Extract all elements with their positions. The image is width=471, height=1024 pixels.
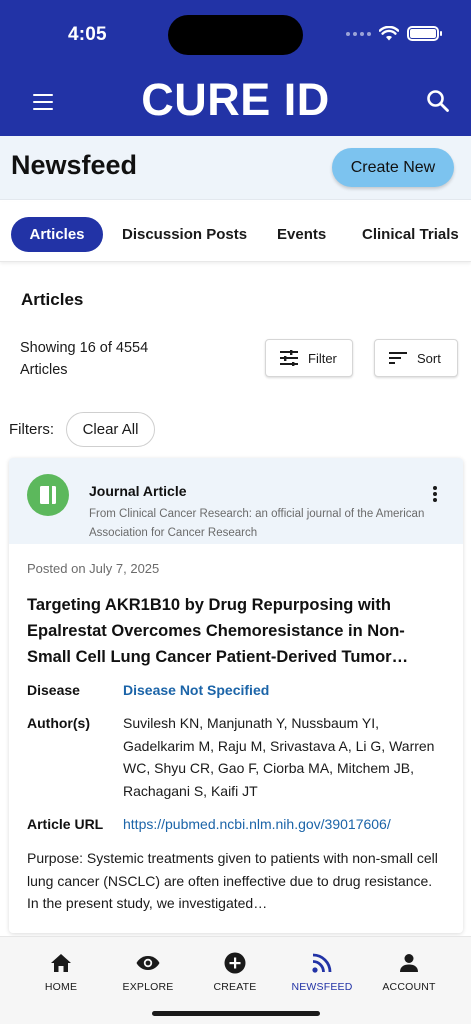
plus-circle-icon bbox=[223, 951, 247, 975]
article-card-header: Journal Article From Clinical Cancer Res… bbox=[9, 458, 463, 544]
filter-sliders-icon bbox=[280, 350, 298, 366]
person-icon bbox=[397, 951, 421, 975]
home-icon bbox=[49, 951, 73, 975]
clear-all-button[interactable]: Clear All bbox=[66, 412, 155, 447]
article-type: Journal Article bbox=[89, 483, 187, 499]
status-time: 4:05 bbox=[68, 24, 107, 45]
filters-label: Filters: bbox=[9, 421, 54, 438]
dynamic-island bbox=[168, 15, 303, 55]
sort-icon bbox=[389, 352, 407, 364]
authors-label: Author(s) bbox=[27, 715, 90, 731]
nav-explore[interactable]: EXPLORE bbox=[108, 951, 188, 993]
disease-label: Disease bbox=[27, 682, 80, 698]
journal-book-icon bbox=[27, 474, 69, 516]
nav-create[interactable]: CREATE bbox=[195, 951, 275, 993]
more-options-icon[interactable] bbox=[429, 484, 441, 504]
article-source: From Clinical Cancer Research: an offici… bbox=[89, 508, 425, 539]
section-title: Articles bbox=[21, 290, 84, 309]
article-url-link[interactable]: https://pubmed.ncbi.nlm.nih.gov/39017606… bbox=[123, 816, 391, 832]
authors-value: Suvilesh KN, Manjunath Y, Nussbaum YI, G… bbox=[123, 715, 435, 799]
nav-home-label: HOME bbox=[44, 981, 78, 993]
tab-clinical-trials[interactable]: Clinical Trials bbox=[362, 217, 459, 252]
nav-newsfeed-label: NEWSFEED bbox=[291, 981, 353, 993]
disease-link[interactable]: Disease Not Specified bbox=[123, 682, 269, 698]
article-url-value: https://pubmed.ncbi.nlm.nih.gov/39017606… bbox=[123, 813, 453, 836]
nav-home[interactable]: HOME bbox=[21, 951, 101, 993]
posted-date: Posted on July 7, 2025 bbox=[27, 561, 160, 576]
nav-newsfeed[interactable]: NEWSFEED bbox=[282, 951, 362, 993]
create-new-button[interactable]: Create New bbox=[332, 148, 454, 187]
article-summary: Purpose: Systemic treatments given to pa… bbox=[27, 850, 438, 911]
filter-button-label: Filter bbox=[308, 350, 337, 366]
eye-icon bbox=[136, 951, 160, 975]
rss-icon bbox=[310, 951, 334, 975]
title-bar: Newsfeed Create New bbox=[0, 136, 471, 200]
disease-value: Disease Not Specified bbox=[123, 679, 453, 702]
battery-icon bbox=[407, 26, 442, 41]
filter-button[interactable]: Filter bbox=[265, 339, 353, 377]
newsfeed-tabs: Articles Discussion Posts Events Clinica… bbox=[0, 202, 471, 262]
tab-events[interactable]: Events bbox=[277, 217, 326, 252]
article-card[interactable]: Journal Article From Clinical Cancer Res… bbox=[9, 458, 463, 933]
app-header: 4:05 CURE ID bbox=[0, 0, 471, 136]
nav-account[interactable]: ACCOUNT bbox=[369, 951, 449, 993]
tab-articles[interactable]: Articles bbox=[11, 217, 103, 252]
sort-button[interactable]: Sort bbox=[374, 339, 458, 377]
results-count: Showing 16 of 4554 Articles bbox=[20, 340, 149, 378]
brand-logo: CURE ID bbox=[141, 74, 330, 125]
home-indicator bbox=[152, 1011, 320, 1016]
status-icons bbox=[346, 26, 442, 41]
sort-button-label: Sort bbox=[417, 350, 441, 366]
wifi-icon bbox=[379, 26, 399, 41]
nav-create-label: CREATE bbox=[213, 981, 257, 993]
article-url-label: Article URL bbox=[27, 816, 104, 832]
page-title: Newsfeed bbox=[11, 150, 138, 180]
tab-discussion-posts[interactable]: Discussion Posts bbox=[122, 217, 247, 252]
nav-explore-label: EXPLORE bbox=[122, 981, 174, 993]
app-screen: 4:05 CURE ID Newsfeed Create New Article… bbox=[0, 0, 471, 1024]
article-title[interactable]: Targeting AKR1B10 by Drug Repurposing wi… bbox=[27, 592, 447, 670]
search-icon[interactable] bbox=[425, 88, 451, 114]
nav-account-label: ACCOUNT bbox=[382, 981, 436, 993]
cellular-signal-icon bbox=[346, 31, 371, 36]
